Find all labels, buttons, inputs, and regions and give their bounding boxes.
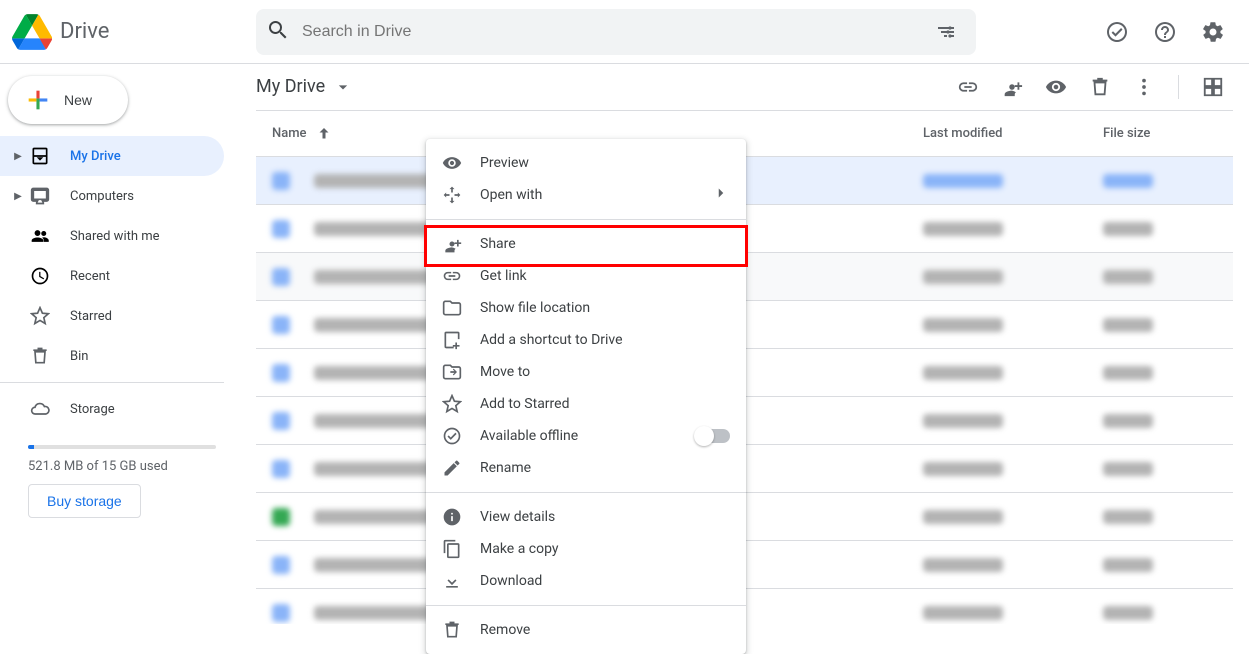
column-size[interactable]: File size: [1103, 126, 1233, 141]
link-icon: [442, 266, 462, 286]
column-modified[interactable]: Last modified: [923, 126, 1103, 141]
ctx-view-details[interactable]: View details: [426, 501, 746, 533]
app-header: Drive: [0, 0, 1249, 64]
sort-arrow-up-icon: [315, 125, 333, 143]
app-name: Drive: [60, 19, 109, 44]
my-drive-icon: [28, 144, 52, 168]
dropdown-icon: [333, 77, 353, 97]
sidebar: New ▶ My Drive ▶ Computers Shared with m…: [0, 64, 240, 624]
main-panel: My Drive Name Last modified File size: [240, 64, 1249, 624]
download-icon: [442, 571, 462, 591]
sidebar-item-storage[interactable]: Storage: [0, 389, 224, 429]
search-input[interactable]: [300, 22, 926, 42]
drive-logo-icon: [12, 12, 52, 52]
ctx-add-shortcut[interactable]: Add a shortcut to Drive: [426, 324, 746, 356]
sidebar-item-shared[interactable]: Shared with me: [0, 216, 224, 256]
expand-icon[interactable]: ▶: [8, 191, 28, 202]
breadcrumb[interactable]: My Drive: [256, 76, 353, 97]
ctx-add-starred[interactable]: Add to Starred: [426, 388, 746, 420]
share-icon[interactable]: [992, 67, 1032, 107]
preview-eye-icon[interactable]: [1036, 67, 1076, 107]
sidebar-item-label: Storage: [70, 402, 115, 417]
ctx-move-to[interactable]: Move to: [426, 356, 746, 388]
offline-toggle[interactable]: [696, 429, 730, 443]
header-actions: [1067, 12, 1233, 52]
trash-icon: [442, 620, 462, 640]
context-menu: Preview Open with Share Get link Show fi…: [426, 139, 746, 654]
ctx-available-offline[interactable]: Available offline: [426, 420, 746, 452]
star-icon: [28, 304, 52, 328]
sidebar-item-label: Starred: [70, 309, 112, 324]
pencil-icon: [442, 458, 462, 478]
ctx-make-copy[interactable]: Make a copy: [426, 533, 746, 565]
grid-view-icon[interactable]: [1193, 67, 1233, 107]
main-header: My Drive: [256, 64, 1233, 111]
sidebar-item-label: Bin: [70, 349, 88, 364]
ctx-get-link[interactable]: Get link: [426, 260, 746, 292]
person-add-icon: [442, 234, 462, 254]
storage-bar: [28, 445, 216, 449]
chevron-right-icon: [712, 184, 730, 206]
sidebar-item-starred[interactable]: Starred: [0, 296, 224, 336]
new-button[interactable]: New: [8, 76, 128, 124]
plus-icon: [24, 86, 52, 114]
shared-icon: [28, 224, 52, 248]
offline-icon: [442, 426, 462, 446]
sidebar-item-label: Shared with me: [70, 229, 160, 244]
search-icon: [266, 18, 290, 46]
eye-icon: [442, 153, 462, 173]
more-icon[interactable]: [1124, 67, 1164, 107]
search-bar[interactable]: [256, 9, 976, 55]
expand-icon[interactable]: ▶: [8, 151, 28, 162]
ctx-open-with[interactable]: Open with: [426, 179, 746, 211]
open-with-icon: [442, 185, 462, 205]
cloud-icon: [28, 397, 52, 421]
sidebar-item-label: My Drive: [70, 149, 121, 164]
star-icon: [442, 394, 462, 414]
sidebar-item-label: Computers: [70, 189, 134, 204]
ctx-share[interactable]: Share: [426, 228, 746, 260]
recent-icon: [28, 264, 52, 288]
sidebar-item-recent[interactable]: Recent: [0, 256, 224, 296]
new-button-label: New: [64, 92, 92, 108]
storage-used-text: 521.8 MB of 15 GB used: [28, 459, 216, 474]
sidebar-item-my-drive[interactable]: ▶ My Drive: [0, 136, 224, 176]
trash-icon: [28, 344, 52, 368]
item-actions: [948, 67, 1233, 107]
ctx-show-location[interactable]: Show file location: [426, 292, 746, 324]
ctx-preview[interactable]: Preview: [426, 147, 746, 179]
offline-ready-icon[interactable]: [1097, 12, 1137, 52]
help-icon[interactable]: [1145, 12, 1185, 52]
sidebar-item-bin[interactable]: Bin: [0, 336, 224, 376]
move-icon: [442, 362, 462, 382]
get-link-icon[interactable]: [948, 67, 988, 107]
sidebar-item-label: Recent: [70, 269, 110, 284]
buy-storage-button[interactable]: Buy storage: [28, 484, 141, 518]
info-icon: [442, 507, 462, 527]
settings-gear-icon[interactable]: [1193, 12, 1233, 52]
storage-block: 521.8 MB of 15 GB used Buy storage: [0, 429, 240, 518]
shortcut-icon: [442, 330, 462, 350]
ctx-rename[interactable]: Rename: [426, 452, 746, 484]
search-options-icon[interactable]: [926, 12, 966, 52]
sidebar-item-computers[interactable]: ▶ Computers: [0, 176, 224, 216]
folder-icon: [442, 298, 462, 318]
breadcrumb-label: My Drive: [256, 76, 325, 97]
delete-icon[interactable]: [1080, 67, 1120, 107]
ctx-download[interactable]: Download: [426, 565, 746, 597]
copy-icon: [442, 539, 462, 559]
ctx-remove[interactable]: Remove: [426, 614, 746, 646]
logo-block[interactable]: Drive: [12, 12, 252, 52]
computers-icon: [28, 184, 52, 208]
